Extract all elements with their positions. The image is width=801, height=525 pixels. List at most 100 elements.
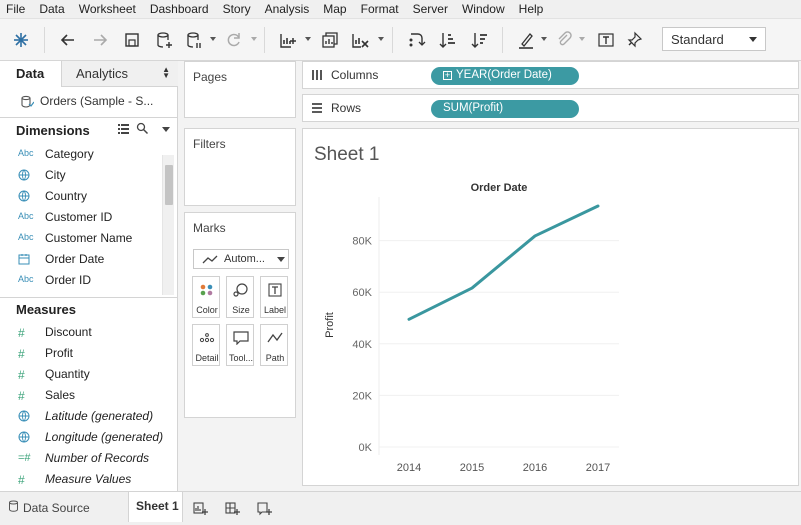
menu-help[interactable]: Help: [519, 2, 544, 16]
field-profit[interactable]: # Profit: [0, 343, 162, 364]
color-button[interactable]: Color: [192, 276, 220, 318]
detail-button[interactable]: Detail: [192, 324, 220, 366]
new-worksheet-icon[interactable]: [190, 498, 210, 518]
field-number-of-records[interactable]: =# Number of Records: [0, 448, 162, 469]
field-country[interactable]: Country: [0, 186, 162, 207]
field-category[interactable]: Abc Category: [0, 144, 162, 165]
field-customer-name[interactable]: Abc Customer Name: [0, 228, 162, 249]
rows-pill-label: SUM(Profit): [443, 102, 504, 114]
filters-card[interactable]: Filters: [184, 128, 296, 206]
dimensions-scrollbar[interactable]: [162, 155, 174, 295]
chevron-down-icon: [277, 257, 285, 262]
swap-rows-columns-icon[interactable]: [404, 28, 428, 52]
columns-pill-label: YEAR(Order Date): [456, 69, 552, 81]
detail-label: Detail: [195, 353, 219, 363]
chevron-down-icon: [749, 37, 757, 42]
menu-dashboard[interactable]: Dashboard: [150, 2, 209, 16]
datasource-item[interactable]: Orders (Sample - S...: [0, 91, 178, 113]
tab-data[interactable]: Data: [0, 61, 62, 87]
number-type-icon: #: [18, 473, 25, 487]
path-button[interactable]: Path: [260, 324, 288, 366]
tableau-logo-icon[interactable]: [9, 28, 33, 52]
menu-server[interactable]: Server: [413, 2, 448, 16]
datasource-tab-label: Data Source: [23, 501, 90, 515]
pause-updates-icon[interactable]: [182, 28, 206, 52]
menu-file[interactable]: File: [6, 2, 25, 16]
tooltip-button[interactable]: Tool...: [226, 324, 254, 366]
field-quantity[interactable]: # Quantity: [0, 364, 162, 385]
field-label: City: [45, 168, 66, 182]
number-type-icon: #: [18, 368, 25, 382]
menu-worksheet[interactable]: Worksheet: [79, 2, 136, 16]
mark-type-select[interactable]: Autom...: [193, 249, 289, 269]
rows-label: Rows: [331, 101, 362, 115]
search-icon[interactable]: [136, 122, 149, 138]
field-sales[interactable]: # Sales: [0, 385, 162, 406]
new-datasource-icon[interactable]: [152, 28, 176, 52]
new-story-icon[interactable]: [254, 498, 274, 518]
menu-story[interactable]: Story: [223, 2, 251, 16]
line-mark-icon: [202, 255, 218, 264]
field-order-date[interactable]: Order Date: [0, 249, 162, 270]
field-label: Quantity: [45, 367, 90, 381]
menu-format[interactable]: Format: [361, 2, 399, 16]
rows-pill[interactable]: SUM(Profit): [431, 100, 579, 118]
sort-descending-icon[interactable]: [468, 28, 492, 52]
clear-sheet-icon[interactable]: [348, 28, 372, 52]
color-label: Color: [196, 305, 218, 315]
duplicate-sheet-icon[interactable]: [318, 28, 342, 52]
tab-data-source[interactable]: Data Source: [0, 492, 128, 522]
datasource-tab-icon: [8, 500, 19, 515]
menu-window[interactable]: Window: [462, 2, 505, 16]
y-tick-label: 80K: [352, 236, 372, 248]
path-label: Path: [265, 353, 285, 363]
datasource-label: Orders (Sample - S...: [40, 94, 154, 108]
menu-map[interactable]: Map: [323, 2, 346, 16]
field-order-id[interactable]: Abc Order ID: [0, 270, 162, 291]
tab-sheet-1[interactable]: Sheet 1: [128, 492, 183, 522]
menu-bar: File Data Worksheet Dashboard Story Analysis M…: [0, 0, 801, 19]
rows-icon: [311, 102, 323, 117]
string-type-icon: Abc: [18, 274, 34, 284]
columns-label: Columns: [331, 68, 379, 82]
new-dashboard-icon[interactable]: [222, 498, 242, 518]
field-measure-values[interactable]: # Measure Values: [0, 469, 162, 490]
field-discount[interactable]: # Discount: [0, 322, 162, 343]
view-list-icon[interactable]: [117, 122, 130, 138]
field-label: Order Date: [45, 252, 105, 266]
show-mark-labels-icon[interactable]: [594, 28, 618, 52]
new-worksheet-icon[interactable]: [276, 28, 300, 52]
refresh-icon[interactable]: [222, 28, 246, 52]
tab-analytics[interactable]: Analytics ▲ ▼: [62, 61, 178, 87]
undo-icon[interactable]: [56, 28, 80, 52]
measures-header: Measures: [16, 302, 76, 317]
globe-icon: [18, 169, 38, 183]
menu-analysis[interactable]: Analysis: [265, 2, 310, 16]
highlight-icon[interactable]: [514, 28, 538, 52]
field-label: Country: [45, 189, 88, 203]
size-button[interactable]: Size: [226, 276, 254, 318]
pages-card[interactable]: Pages: [184, 61, 296, 118]
redo-icon[interactable]: [88, 28, 112, 52]
string-type-icon: Abc: [18, 232, 34, 242]
rows-shelf[interactable]: Rows SUM(Profit): [302, 94, 799, 122]
pin-icon[interactable]: [622, 28, 646, 52]
data-pane: Data Analytics ▲ ▼ Orders (Sample - S... …: [0, 61, 178, 491]
columns-pill[interactable]: + YEAR(Order Date): [431, 67, 579, 85]
field-city[interactable]: City: [0, 165, 162, 186]
x-tick-label: 2015: [460, 462, 484, 474]
path-icon: [265, 329, 285, 347]
label-button[interactable]: Label: [260, 276, 288, 318]
save-icon[interactable]: [120, 28, 144, 52]
field-longitude-generated[interactable]: Longitude (generated): [0, 427, 163, 448]
fit-select[interactable]: Standard: [662, 27, 766, 51]
plus-box-icon: +: [443, 70, 452, 80]
sort-ascending-icon[interactable]: [436, 28, 460, 52]
sort-arrows-icon: ▲ ▼: [162, 65, 170, 80]
columns-shelf[interactable]: Columns + YEAR(Order Date): [302, 61, 799, 89]
field-customer-id[interactable]: Abc Customer ID: [0, 207, 162, 228]
dimensions-menu-icon[interactable]: [162, 127, 170, 132]
field-latitude-generated[interactable]: Latitude (generated): [0, 406, 162, 427]
attach-icon[interactable]: [552, 28, 576, 52]
menu-data[interactable]: Data: [39, 2, 64, 16]
